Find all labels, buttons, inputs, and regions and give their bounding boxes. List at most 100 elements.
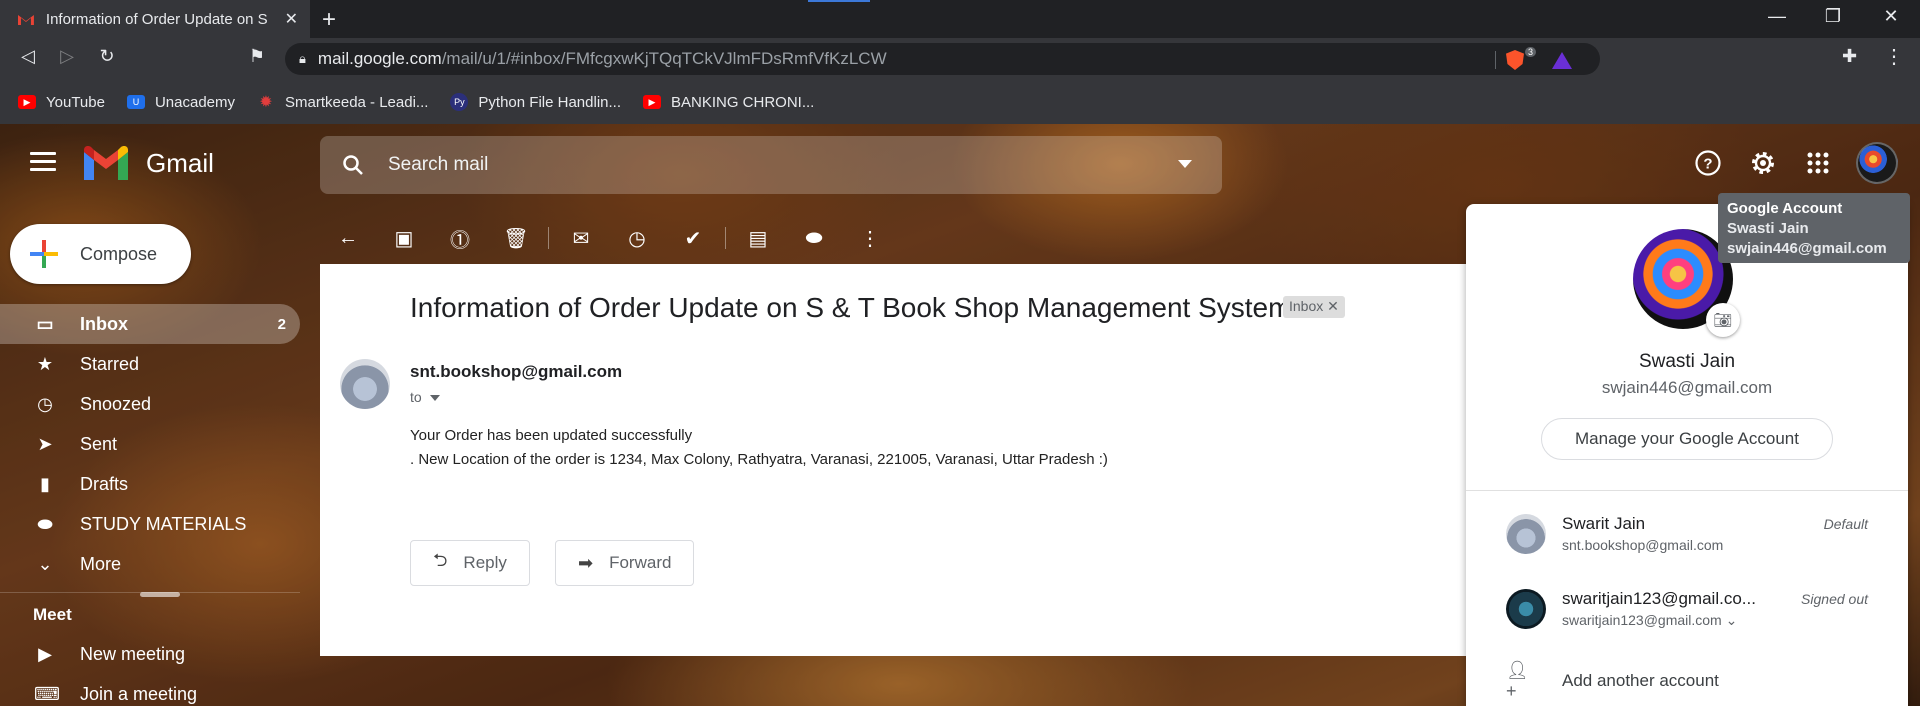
brave-shield-icon[interactable] (1506, 50, 1524, 70)
main-menu-icon[interactable] (30, 152, 56, 176)
sidebar-item-label: Drafts (80, 473, 129, 494)
apps-grid-icon[interactable] (1803, 148, 1833, 178)
toolbar-divider (548, 227, 549, 249)
meet-join-meeting[interactable]: ⌨ Join a meeting (34, 684, 197, 705)
brave-shield-count: 3 (1524, 47, 1536, 57)
clock-icon: ◷ (37, 393, 53, 414)
google-account-tooltip: Google Account Swasti Jain swjain446@gma… (1718, 193, 1910, 263)
inbox-label-chip[interactable]: Inbox ✕ (1283, 296, 1345, 318)
forward-arrow-icon: ➡ (578, 552, 594, 573)
chevron-down-icon[interactable]: ⌄ (1726, 612, 1738, 628)
bookmark-label: BANKING CHRONI... (671, 93, 815, 111)
sidebar-item-label: Snoozed (80, 393, 152, 414)
search-options-icon[interactable] (1178, 160, 1192, 168)
search-icon[interactable] (342, 154, 364, 176)
recipient-details[interactable]: to (410, 389, 440, 405)
chevron-down-icon: ⌄ (37, 553, 53, 574)
browser-tab[interactable]: Information of Order Update on S ✕ (0, 0, 310, 38)
delete-icon[interactable]: 🗑︎ (488, 226, 544, 251)
unacademy-icon: U (126, 95, 145, 109)
bookmark-label: Unacademy (154, 93, 235, 111)
search-input[interactable]: Search mail (388, 154, 488, 176)
video-icon: ▶ (38, 644, 52, 664)
forward-button[interactable]: ➡ Forward (555, 540, 695, 586)
back-icon[interactable]: ◁ (15, 46, 41, 67)
bookmark-icon[interactable]: ⚑ (244, 46, 270, 67)
brave-rewards-icon[interactable] (1552, 52, 1572, 69)
popup-divider (1466, 490, 1908, 491)
meet-heading: Meet (33, 605, 72, 624)
manage-account-button[interactable]: Manage your Google Account (1541, 418, 1833, 460)
address-bar[interactable]: 🔒︎ mail.google.com/mail/u/1/#inbox/FMfcg… (285, 43, 1600, 75)
tooltip-name: Swasti Jain (1727, 220, 1809, 237)
move-to-icon[interactable]: ▤ (730, 226, 786, 251)
settings-gear-icon[interactable] (1748, 148, 1778, 178)
mark-unread-icon[interactable]: ✉ (553, 226, 609, 251)
other-account-item[interactable]: swaritjain123@gmail.co... swaritjain123@… (1466, 581, 1908, 637)
bookmark-python[interactable]: Py Python File Handlin... (450, 93, 621, 111)
bookmarks-bar: ▶ YouTube U Unacademy ✹ Smartkeeda - Lea… (0, 80, 1920, 124)
reload-icon[interactable]: ↻ (94, 46, 120, 67)
sidebar-item-sent[interactable]: ➤ Sent (0, 424, 300, 464)
sidebar-item-study-materials[interactable]: ⬬ STUDY MATERIALS (0, 504, 300, 544)
sidebar-resize-handle[interactable] (140, 592, 180, 597)
add-account-button[interactable]: 👤︎+ Add another account (1506, 660, 1719, 702)
report-spam-icon[interactable]: ⓵ (432, 224, 488, 253)
restore-icon[interactable]: ❐ (1818, 6, 1848, 27)
bookmark-unacademy[interactable]: U Unacademy (126, 93, 235, 111)
sidebar-item-more[interactable]: ⌄ More (0, 544, 300, 584)
sidebar-item-label: Starred (80, 353, 140, 374)
new-tab-icon[interactable]: + (316, 6, 342, 34)
search-bar[interactable]: Search mail (320, 136, 1222, 194)
add-account-label: Add another account (1562, 671, 1719, 690)
bookmark-banking[interactable]: ▶ BANKING CHRONI... (643, 94, 814, 111)
forward-label: Forward (609, 553, 672, 572)
gmail-favicon-icon (18, 15, 34, 25)
snooze-icon[interactable]: ◷ (609, 226, 665, 251)
archive-icon[interactable]: ▣ (376, 226, 432, 251)
youtube-icon: ▶ (643, 95, 661, 109)
reply-button[interactable]: ⮌ Reply (410, 540, 530, 586)
sidebar-item-starred[interactable]: ★ Starred (0, 344, 300, 384)
bookmark-label: Python File Handlin... (478, 93, 621, 111)
minimize-icon[interactable]: — (1762, 6, 1792, 27)
email-toolbar: ← ▣ ⓵ 🗑︎ ✉ ◷ ✔ ▤ ⬬ ⋮ (320, 214, 1466, 262)
to-label: to (410, 389, 422, 405)
add-to-tasks-icon[interactable]: ✔ (665, 226, 721, 251)
bookmark-youtube[interactable]: ▶ YouTube (18, 94, 105, 111)
email-subject: Information of Order Update on S & T Boo… (410, 292, 1292, 323)
sidebar-item-drafts[interactable]: ▮ Drafts (0, 464, 300, 504)
tab-close-icon[interactable]: ✕ (285, 9, 298, 29)
sidebar-item-label: More (80, 553, 122, 574)
camera-icon[interactable]: 📷︎ (1706, 303, 1740, 337)
sidebar-nav: ▭ Inbox 2 ★ Starred ◷ Snoozed ➤ Sent ▮ D… (0, 304, 300, 584)
send-icon: ➤ (37, 433, 53, 454)
back-to-inbox-icon[interactable]: ← (320, 227, 376, 250)
sender-avatar[interactable] (340, 359, 390, 409)
other-account-email: snt.bookshop@gmail.com (1562, 537, 1724, 553)
label-icon: ⬬ (37, 513, 53, 534)
account-status: Default (1823, 516, 1868, 532)
url-host: mail.google.com (317, 49, 442, 68)
window-close-icon[interactable]: ✕ (1876, 6, 1906, 27)
labels-icon[interactable]: ⬬ (786, 227, 842, 250)
caret-down-icon[interactable] (429, 395, 440, 402)
compose-button[interactable]: Compose (10, 224, 191, 284)
sidebar-item-inbox[interactable]: ▭ Inbox 2 (0, 304, 300, 344)
account-name: Swasti Jain (1638, 351, 1736, 372)
help-icon[interactable]: ? (1693, 148, 1723, 178)
bookmark-smartkeeda[interactable]: ✹ Smartkeeda - Leadi... (257, 94, 428, 112)
url-path: /mail/u/1/#inbox/FMfcgxwKjTQqTCkVJlmFDsR… (441, 49, 887, 68)
compose-label: Compose (80, 243, 158, 264)
meet-new-meeting[interactable]: ▶ New meeting (34, 644, 185, 665)
meet-item-label: Join a meeting (80, 684, 198, 704)
email-view: Information of Order Update on S & T Boo… (320, 264, 1466, 656)
forward-icon[interactable]: ▷ (54, 46, 80, 67)
extensions-icon[interactable]: ✚ (1842, 46, 1857, 67)
sidebar-item-snoozed[interactable]: ◷ Snoozed (0, 384, 300, 424)
more-options-icon[interactable]: ⋮ (842, 226, 898, 251)
chip-remove-icon[interactable]: ✕ (1327, 298, 1339, 314)
browser-menu-icon[interactable]: ⋮ (1884, 44, 1904, 69)
account-avatar[interactable] (1856, 142, 1898, 184)
other-account-item[interactable]: Swarit Jain snt.bookshop@gmail.com Defau… (1466, 506, 1908, 562)
